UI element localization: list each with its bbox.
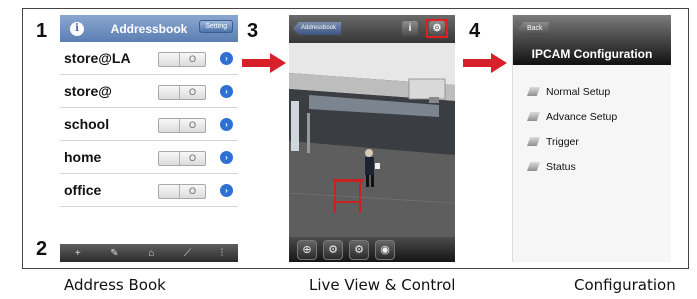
caption-live-view: Live View & Control bbox=[309, 276, 456, 294]
disclosure-icon[interactable]: › bbox=[220, 85, 233, 98]
entry-toggle[interactable]: O bbox=[158, 151, 206, 166]
settings-highlight-box bbox=[426, 19, 448, 38]
add-icon[interactable]: + bbox=[75, 248, 81, 259]
entry-label: store@LA bbox=[64, 50, 131, 66]
brightness-icon[interactable]: ⚙ bbox=[323, 239, 343, 260]
menu-bullet-icon bbox=[527, 162, 540, 171]
setting-button[interactable]: Setting bbox=[199, 20, 233, 33]
edit-icon[interactable]: ✎ bbox=[110, 248, 118, 259]
home-icon[interactable]: ⌂ bbox=[148, 248, 154, 259]
menu-bullet-icon bbox=[527, 87, 540, 96]
disclosure-icon[interactable]: › bbox=[220, 184, 233, 197]
list-item[interactable]: store@LA O › bbox=[60, 42, 238, 75]
entry-toggle[interactable]: O bbox=[158, 85, 206, 100]
caption-address-book: Address Book bbox=[64, 276, 166, 294]
configuration-title: IPCAM Configuration bbox=[513, 43, 671, 65]
configuration-navbar: Back bbox=[513, 15, 671, 43]
step-number-4: 4 bbox=[469, 20, 481, 42]
entry-label: school bbox=[64, 116, 110, 132]
menu-item-label: Normal Setup bbox=[546, 85, 611, 98]
list-item[interactable]: office O › bbox=[60, 174, 238, 207]
step-number-2: 2 bbox=[36, 238, 48, 260]
back-button[interactable]: Back bbox=[518, 22, 549, 35]
camera-select-icon[interactable]: ⊕ bbox=[297, 239, 317, 260]
caption-configuration: Configuration bbox=[574, 276, 676, 294]
camera-control-bar: ⊕ ⚙ ⚙ ◉ bbox=[289, 237, 455, 262]
menu-item-trigger[interactable]: Trigger bbox=[513, 129, 671, 154]
list-item[interactable]: school O › bbox=[60, 108, 238, 141]
menu-bullet-icon bbox=[527, 137, 540, 146]
menu-item-label: Status bbox=[546, 160, 576, 173]
menu-item-status[interactable]: Status bbox=[513, 154, 671, 179]
step-number-3: 3 bbox=[247, 20, 259, 42]
entry-toggle[interactable]: O bbox=[158, 184, 206, 199]
configuration-screen: Back IPCAM Configuration Normal Setup Ad… bbox=[512, 15, 671, 262]
configuration-menu: Normal Setup Advance Setup Trigger Statu… bbox=[513, 79, 671, 179]
liveview-navbar: Addressbook i ⚙ bbox=[289, 15, 455, 43]
disclosure-icon[interactable]: › bbox=[220, 52, 233, 65]
menu-item-label: Advance Setup bbox=[546, 110, 618, 123]
back-button[interactable]: Addressbook bbox=[293, 22, 342, 35]
exposure-icon[interactable]: ⚙ bbox=[349, 239, 369, 260]
entry-label: store@ bbox=[64, 83, 112, 99]
list-item[interactable]: home O › bbox=[60, 141, 238, 174]
disclosure-icon[interactable]: › bbox=[220, 151, 233, 164]
right-arrow-icon bbox=[242, 53, 286, 73]
step-number-1: 1 bbox=[36, 20, 48, 42]
right-arrow-icon bbox=[463, 53, 507, 73]
addressbook-screen: i Addressbook Setting store@LA O › store… bbox=[60, 15, 238, 262]
disclosure-icon[interactable]: › bbox=[220, 118, 233, 131]
entry-label: home bbox=[64, 149, 102, 165]
entry-toggle[interactable]: O bbox=[158, 52, 206, 67]
info-icon[interactable]: i bbox=[70, 21, 84, 36]
menu-item-advance-setup[interactable]: Advance Setup bbox=[513, 104, 671, 129]
menu-bullet-icon bbox=[527, 112, 540, 121]
liveview-screen: Addressbook i ⚙ ⊕ ⚙ ⚙ ◉ bbox=[289, 15, 455, 262]
record-icon[interactable]: ◉ bbox=[375, 239, 395, 260]
addressbook-toolbar: + ✎ ⌂ ⟋ ⫶ bbox=[60, 244, 238, 262]
camera-video-view[interactable] bbox=[289, 43, 455, 237]
addressbook-navbar: i Addressbook Setting bbox=[60, 15, 238, 42]
menu-item-label: Trigger bbox=[546, 135, 579, 148]
menu-item-normal-setup[interactable]: Normal Setup bbox=[513, 79, 671, 104]
entry-toggle[interactable]: O bbox=[158, 118, 206, 133]
more-icon[interactable]: ⫶ bbox=[221, 248, 224, 259]
list-item[interactable]: store@ O › bbox=[60, 75, 238, 108]
graph-icon[interactable]: ⟋ bbox=[184, 248, 191, 259]
info-icon[interactable]: i bbox=[402, 21, 418, 36]
entry-label: office bbox=[64, 182, 102, 198]
